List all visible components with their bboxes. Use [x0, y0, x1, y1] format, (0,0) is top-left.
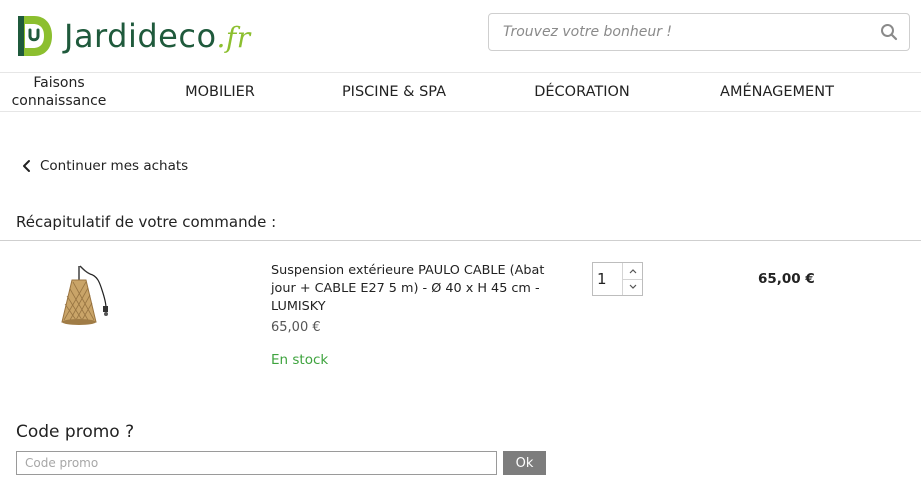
order-summary-title: Récapitulatif de votre commande :: [16, 213, 277, 231]
search-box: [488, 13, 910, 51]
product-image[interactable]: [50, 262, 114, 332]
quantity-value[interactable]: 1: [593, 263, 622, 295]
nav-item-amenagement[interactable]: AMÉNAGEMENT: [702, 73, 852, 111]
search-icon[interactable]: [869, 14, 909, 50]
promo-title: Code promo ?: [16, 422, 135, 442]
nav-item-piscine-spa[interactable]: PISCINE & SPA: [322, 73, 466, 111]
chevron-left-icon: [23, 160, 30, 172]
quantity-increase-button[interactable]: [623, 263, 642, 279]
main-nav: Faisons connaissance MOBILIER PISCINE & …: [0, 72, 921, 112]
chevron-down-icon: [629, 284, 636, 290]
quantity-stepper[interactable]: 1: [592, 262, 643, 296]
logo-tld: .fr: [216, 21, 251, 54]
quantity-decrease-button[interactable]: [623, 278, 642, 296]
product-unit-price: 65,00 €: [271, 320, 321, 335]
site-logo[interactable]: Jardideco.fr: [14, 14, 251, 58]
product-title[interactable]: Suspension extérieure PAULO CABLE (Abat …: [271, 262, 571, 316]
nav-item-faisons-connaissance[interactable]: Faisons connaissance: [6, 73, 112, 111]
continue-shopping-link[interactable]: Continuer mes achats: [22, 158, 188, 174]
nav-item-mobilier[interactable]: MOBILIER: [160, 73, 280, 111]
site-header: Jardideco.fr: [0, 0, 921, 72]
quantity-spinner: [622, 263, 642, 295]
promo-ok-button[interactable]: Ok: [503, 451, 546, 475]
line-total: 65,00 €: [758, 271, 815, 287]
continue-shopping-label: Continuer mes achats: [40, 158, 189, 174]
logo-wordmark: Jardideco.fr: [64, 17, 251, 55]
divider: [0, 240, 921, 241]
search-input[interactable]: [489, 14, 869, 50]
logo-name: Jardideco: [64, 17, 217, 55]
promo-code-input[interactable]: [16, 451, 497, 475]
chevron-up-icon: [629, 268, 636, 274]
stock-status: En stock: [271, 352, 329, 368]
logo-mark-icon: [18, 16, 52, 56]
nav-item-decoration[interactable]: DÉCORATION: [516, 73, 648, 111]
